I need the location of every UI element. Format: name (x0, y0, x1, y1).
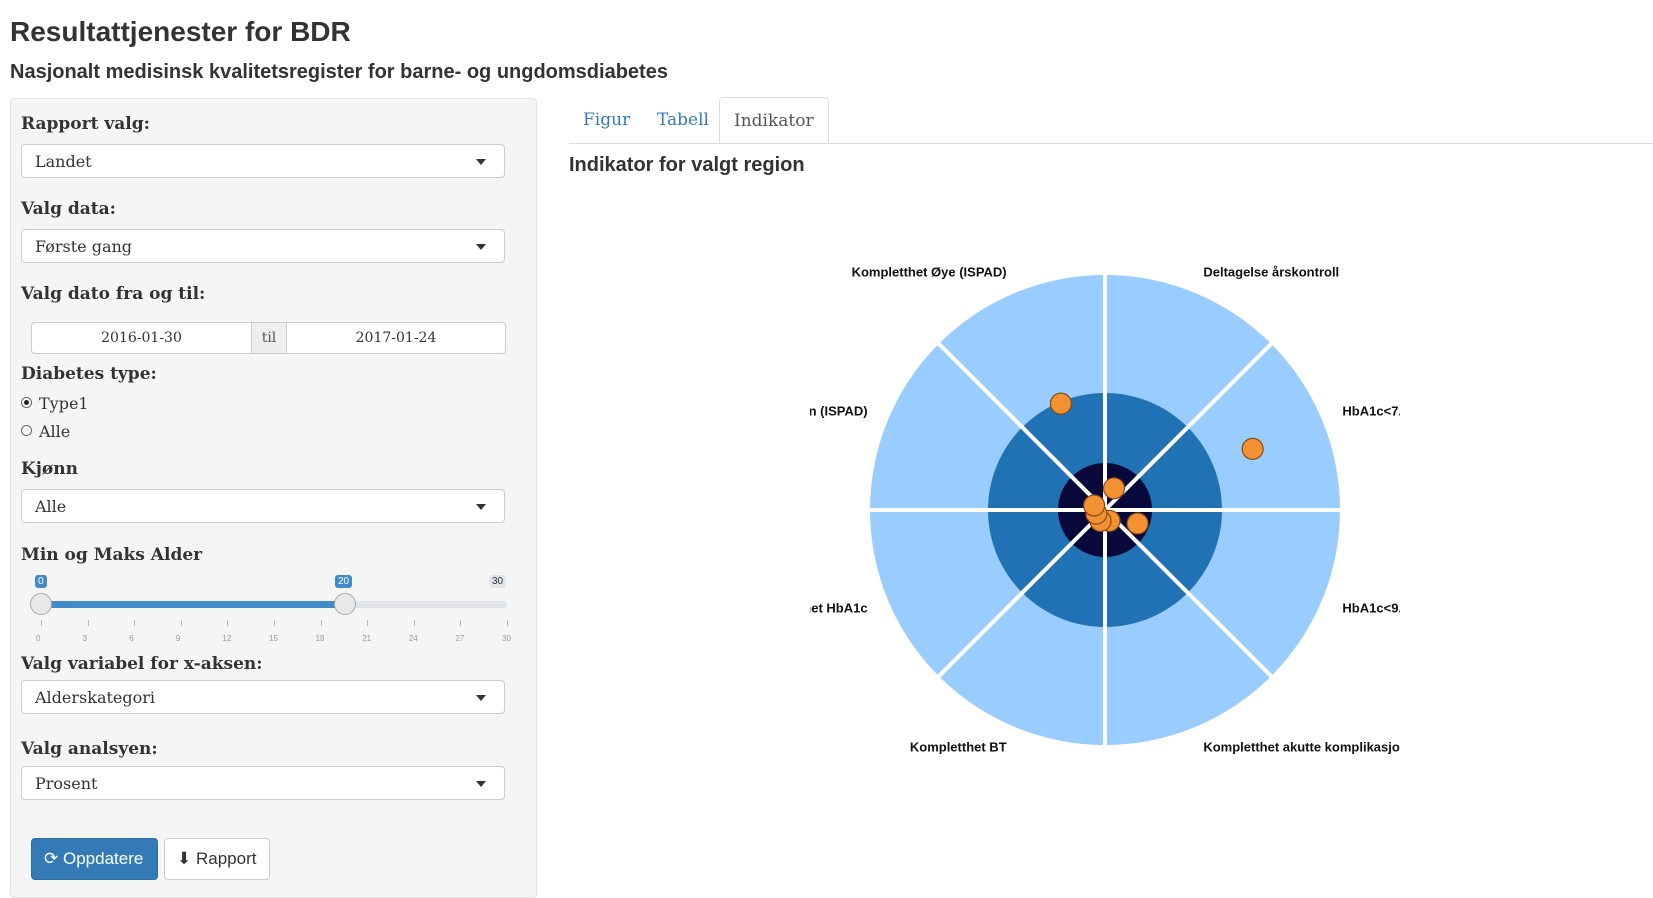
slider-tick-label: 15 (269, 634, 278, 643)
report-button[interactable]: ⬇ Rapport (164, 838, 270, 880)
chevron-down-icon (476, 695, 486, 701)
slider-tick-label: 12 (222, 634, 232, 643)
kjonn-select[interactable]: Alle (21, 489, 505, 523)
date-separator: til (251, 322, 287, 354)
rapport-select[interactable]: Landet (21, 144, 505, 178)
update-button-label: Oppdatere (62, 849, 144, 868)
date-to-input[interactable]: 2017-01-24 (286, 322, 506, 354)
diabetes-label: Diabetes type: (21, 364, 157, 384)
category-label: HbA1c<9.0% (1342, 600, 1400, 615)
data-point (1083, 494, 1106, 517)
slider-handle-max[interactable] (334, 593, 356, 615)
date-label: Valg dato fra og til: (21, 284, 206, 304)
analyse-label: Valg analsyen: (21, 739, 158, 759)
category-label: HbA1c<7.5% (1342, 404, 1400, 419)
slider-tick-mark (460, 620, 462, 626)
update-button[interactable]: ⟳ Oppdatere (31, 838, 158, 880)
data-point (1049, 392, 1073, 415)
slider-tick-label: 24 (408, 634, 418, 643)
alder-label: Min og Maks Alder (21, 545, 203, 565)
download-icon: ⬇ (177, 849, 192, 869)
slider-tick-label: 3 (82, 634, 88, 643)
slider-tick-label: 9 (175, 634, 181, 643)
data-label: Valg data: (21, 199, 116, 219)
radio-unchecked-icon (21, 425, 32, 436)
analyse-select[interactable]: Prosent (21, 766, 505, 800)
indicator-chart-svg: Deltagelse årskontroll HbA1c<7.5% HbA1c<9.… (740, 265, 1421, 755)
tab-indikator[interactable]: Indikator (719, 97, 829, 143)
slider-handle-min[interactable] (30, 593, 52, 615)
slider-tick-mark (413, 620, 415, 626)
kjonn-value: Alle (35, 497, 67, 516)
chevron-down-icon (476, 159, 486, 165)
rapport-value: Landet (35, 152, 92, 171)
kjonn-label: Kjønn (21, 459, 78, 479)
slider-tick-mark (180, 620, 182, 626)
radio-alle[interactable]: Alle (21, 422, 70, 441)
radio-type1-label: Type1 (39, 394, 89, 413)
data-value: Første gang (35, 237, 133, 256)
tab-bar: Figur Tabell Indikator (569, 97, 1653, 144)
refresh-icon: ⟳ (44, 849, 59, 869)
slider-tick-mark (227, 620, 229, 626)
chevron-down-icon (476, 244, 486, 250)
slider-tick-label: 18 (315, 634, 325, 643)
tab-figur[interactable]: Figur (569, 97, 644, 143)
xaksen-label: Valg variabel for x-aksen: (21, 654, 263, 674)
xaksen-value: Alderskategori (35, 688, 156, 707)
date-from-input[interactable]: 2016-01-30 (31, 322, 252, 354)
slider-tick-mark (87, 620, 89, 626)
slider-tick-label: 30 (502, 634, 511, 643)
slider-range-bar[interactable] (41, 601, 345, 608)
slider-limit-label: 30 (489, 575, 507, 588)
slider-tick-label: 6 (129, 634, 134, 643)
slider-tick-label: 21 (362, 634, 372, 643)
data-point (1102, 477, 1126, 500)
indicator-chart: Deltagelse årskontroll HbA1c<7.5% HbA1c<9.… (740, 235, 1421, 779)
slider-max-label: 20 (335, 575, 353, 588)
slider-tick-mark (134, 620, 136, 626)
data-select[interactable]: Første gang (21, 229, 505, 263)
tab-tabell[interactable]: Tabell (643, 97, 723, 143)
slider-tick-label: 27 (455, 634, 465, 643)
report-button-label: Rapport (195, 849, 257, 868)
slider-tick-mark (320, 620, 322, 626)
page-title: Resultattjenester for BDR (10, 16, 351, 47)
slider-tick-mark (41, 620, 42, 626)
slider-min-label: 0 (35, 575, 47, 588)
analyse-value: Prosent (35, 774, 98, 793)
slider-tick-mark (507, 620, 508, 626)
category-label: pletthet Urin (ISPAD) (810, 404, 868, 419)
category-label: Deltagelse årskontroll (1203, 265, 1339, 280)
category-label: Kompletthet Øye (ISPAD) (852, 265, 1007, 280)
slider-tick-mark (367, 620, 369, 626)
slider-tick-label: 0 (36, 634, 41, 643)
radio-checked-icon (21, 397, 32, 408)
chevron-down-icon (476, 781, 486, 787)
chevron-down-icon (476, 504, 486, 510)
slider-tick-mark (274, 620, 275, 626)
radio-alle-label: Alle (39, 422, 71, 441)
category-label: omplettthet HbA1c (810, 600, 868, 615)
data-point (1241, 437, 1264, 460)
category-label: Kompletthet akutte komplikasjoner (1203, 739, 1400, 754)
chart-title: Indikator for valgt region (569, 154, 805, 176)
rapport-label: Rapport valg: (21, 114, 150, 134)
page-subtitle: Nasjonalt medisinsk kvalitetsregister fo… (10, 61, 668, 83)
xaksen-select[interactable]: Alderskategori (21, 680, 505, 714)
category-label: Kompletthet BT (910, 739, 1007, 754)
data-point (1126, 512, 1149, 535)
radio-type1[interactable]: Type1 (21, 394, 89, 413)
